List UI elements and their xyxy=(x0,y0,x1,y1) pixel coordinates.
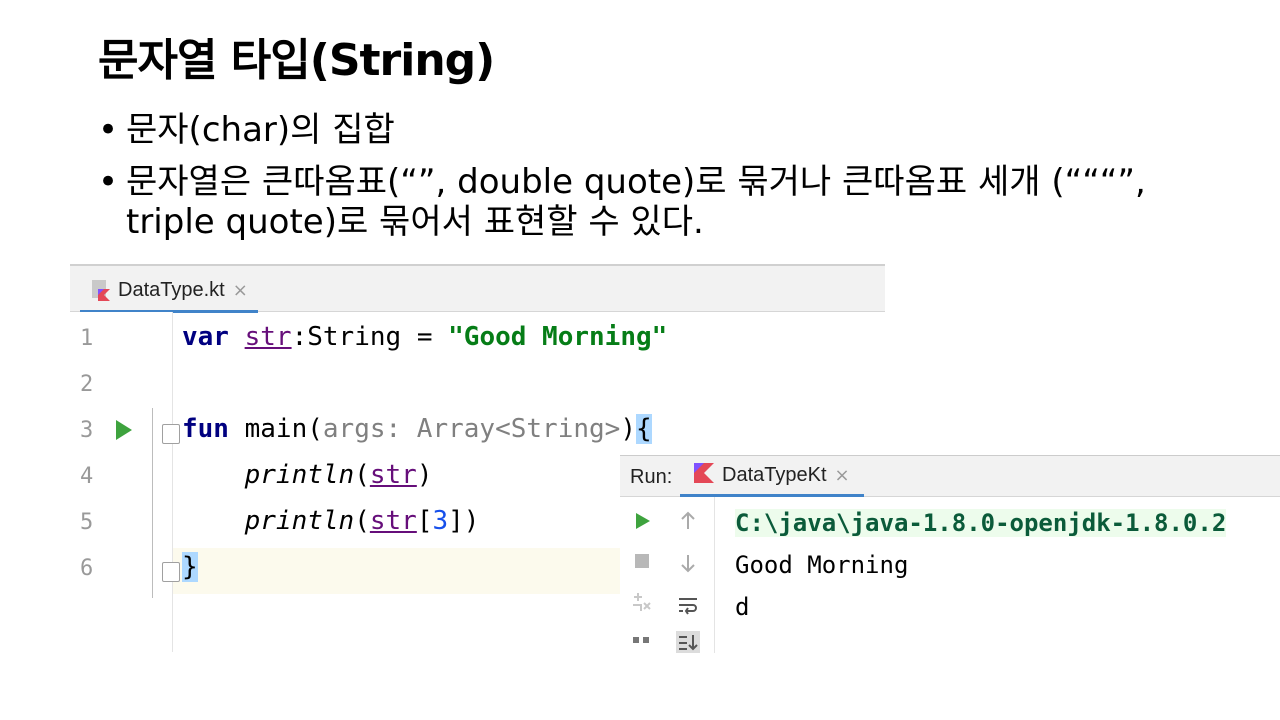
line-number: 3 xyxy=(80,418,94,443)
line-number: 1 xyxy=(80,326,94,351)
console-output-line: d xyxy=(735,593,750,621)
string-literal: "Good Morning" xyxy=(448,322,668,352)
run-panel-header: Run: DataTypeKt × xyxy=(620,456,1280,497)
run-icon[interactable] xyxy=(630,509,654,533)
code-line-4[interactable]: println(str) xyxy=(182,460,433,490)
bullet-text: 문자열은 큰따옴표(“”, double quote)로 묶거나 큰따옴표 세개… xyxy=(126,162,1146,242)
editor-gutter: 1 2 3 4 5 6 xyxy=(70,312,180,652)
code-line-5[interactable]: println(str[3]) xyxy=(182,506,480,536)
kotlin-icon xyxy=(694,463,714,487)
pin-icon[interactable] xyxy=(630,591,654,615)
close-icon[interactable]: × xyxy=(233,280,248,301)
stop-icon[interactable] xyxy=(630,549,654,573)
function-call: println xyxy=(244,460,355,490)
code-line-1[interactable]: var str:String = "Good Morning" xyxy=(182,322,667,352)
run-label: Run: xyxy=(630,466,673,488)
editor-tab[interactable]: DataType.kt × xyxy=(80,270,258,313)
type-annotation: :String = xyxy=(291,322,449,352)
line-number: 6 xyxy=(80,556,94,581)
brace: { xyxy=(635,414,652,444)
keyword: fun xyxy=(182,414,229,444)
brace: } xyxy=(182,552,198,582)
bracket: [ xyxy=(416,506,433,536)
up-arrow-icon[interactable] xyxy=(676,509,700,533)
number-literal: 3 xyxy=(432,506,449,536)
run-toolbar-left xyxy=(620,497,664,653)
scroll-to-end-icon[interactable] xyxy=(676,631,700,653)
bullet-item: • 문자열은 큰따옴표(“”, double quote)로 묶거나 큰따옴표 … xyxy=(98,162,1218,242)
line-number: 5 xyxy=(80,510,94,535)
editor-tab-bar: DataType.kt × xyxy=(70,264,885,313)
property-ref: str xyxy=(244,322,292,352)
function-name: main( xyxy=(228,414,323,444)
bullet-marker: • xyxy=(98,110,119,150)
layout-icon[interactable] xyxy=(630,633,654,653)
line-number: 4 xyxy=(80,464,94,489)
code-line-3[interactable]: fun main(args: Array<String>){ xyxy=(182,414,652,444)
property-ref: str xyxy=(369,460,417,490)
bullet-marker: • xyxy=(98,162,119,202)
soft-wrap-icon[interactable] xyxy=(676,593,700,617)
paren: ) xyxy=(416,460,433,490)
run-tab-label: DataTypeKt xyxy=(722,463,827,486)
run-tab[interactable]: DataTypeKt × xyxy=(680,456,864,497)
bullet-list: • 문자(char)의 집합 • 문자열은 큰따옴표(“”, double qu… xyxy=(98,110,1218,254)
down-arrow-icon[interactable] xyxy=(676,551,700,575)
gutter-separator xyxy=(152,408,153,598)
run-gutter-icon[interactable] xyxy=(116,420,132,440)
bullet-text: 문자(char)의 집합 xyxy=(126,110,395,150)
bullet-item: • 문자(char)의 집합 xyxy=(98,110,1218,150)
close-icon[interactable]: × xyxy=(835,465,850,486)
run-toolbar-right xyxy=(666,497,710,653)
run-panel: Run: DataTypeKt × C:\java\java-1.8.0-ope… xyxy=(620,455,1280,653)
fold-icon[interactable] xyxy=(162,562,180,582)
kotlin-file-icon xyxy=(90,279,112,301)
parameter: args: Array<String> xyxy=(322,414,621,444)
fold-icon[interactable] xyxy=(162,424,180,444)
console-output[interactable]: C:\java\java-1.8.0-openjdk-1.8.0.2 Good … xyxy=(714,497,1280,653)
console-output-line: Good Morning xyxy=(735,551,909,579)
property-ref: str xyxy=(369,506,417,536)
paren: ) xyxy=(620,414,636,444)
editor-tab-label: DataType.kt xyxy=(118,278,225,301)
code-line-6[interactable]: } xyxy=(182,552,198,582)
bracket: ]) xyxy=(448,506,480,536)
paren: ( xyxy=(354,506,370,536)
console-command-line: C:\java\java-1.8.0-openjdk-1.8.0.2 xyxy=(735,509,1227,537)
paren: ( xyxy=(354,460,370,490)
keyword: var xyxy=(182,322,229,352)
slide-title: 문자열 타입(String) xyxy=(98,35,495,86)
line-number: 2 xyxy=(80,372,94,397)
function-call: println xyxy=(244,506,355,536)
